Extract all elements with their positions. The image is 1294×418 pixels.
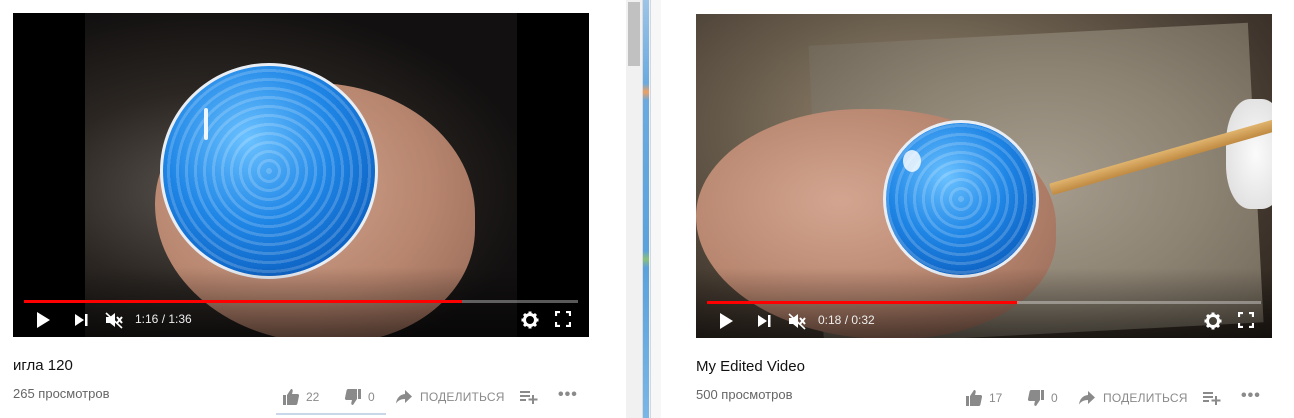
like-button[interactable]: 22	[282, 385, 319, 409]
share-arrow-icon	[396, 390, 412, 404]
more-button[interactable]: •••	[558, 383, 578, 407]
settings-button[interactable]	[521, 311, 539, 329]
window-splitter[interactable]	[626, 0, 661, 418]
enamel-disc-image	[160, 63, 378, 279]
thumbs-up-icon	[966, 390, 983, 406]
thumbs-down-icon	[1027, 390, 1044, 406]
video-player[interactable]: 1:16 / 1:36	[13, 13, 589, 337]
video-title[interactable]: игла 120	[13, 357, 73, 374]
dislike-count: 0	[1051, 391, 1058, 405]
share-button[interactable]: ПОДЕЛИТЬСЯ	[396, 385, 505, 409]
controls-row: 0:18 / 0:32	[696, 304, 1272, 338]
enamel-disc-image	[883, 120, 1039, 278]
fullscreen-icon	[1238, 312, 1254, 328]
time-display: 1:16 / 1:36	[135, 312, 192, 326]
video-player[interactable]: 0:18 / 0:32	[696, 14, 1272, 338]
add-to-playlist-icon	[1203, 392, 1221, 405]
dislike-count: 0	[368, 390, 375, 404]
dislike-button[interactable]: 0	[1027, 386, 1058, 410]
mute-button[interactable]	[787, 312, 807, 330]
glint	[903, 150, 921, 172]
scrollbar[interactable]	[626, 0, 643, 418]
next-button[interactable]	[73, 312, 89, 328]
time-display: 0:18 / 0:32	[818, 313, 875, 327]
gear-icon	[521, 311, 539, 329]
video-card-left: 1:16 / 1:36 игла 120 265 просмотров 22 0…	[0, 0, 626, 418]
fullscreen-button[interactable]	[1238, 312, 1254, 328]
next-icon	[758, 315, 771, 327]
add-to-button[interactable]	[1203, 386, 1221, 410]
next-button[interactable]	[756, 313, 772, 329]
like-count: 22	[306, 390, 320, 404]
thumbs-up-icon	[283, 389, 300, 405]
video-title[interactable]: My Edited Video	[696, 358, 805, 375]
volume-muted-icon	[788, 313, 806, 330]
play-icon	[720, 313, 733, 329]
add-to-button[interactable]	[520, 385, 538, 409]
volume-muted-icon	[105, 312, 123, 329]
cloth-image	[1226, 99, 1272, 209]
fullscreen-button[interactable]	[555, 311, 571, 327]
tab-underline	[276, 413, 386, 415]
play-button[interactable]	[718, 312, 734, 330]
more-horizontal-icon: •••	[558, 386, 578, 403]
share-label: ПОДЕЛИТЬСЯ	[1103, 391, 1188, 405]
play-icon	[37, 312, 50, 328]
share-button[interactable]: ПОДЕЛИТЬСЯ	[1079, 386, 1188, 410]
scrollbar-thumb[interactable]	[628, 2, 640, 66]
thumbs-down-icon	[344, 389, 361, 405]
share-label: ПОДЕЛИТЬСЯ	[420, 390, 505, 404]
gear-icon	[1204, 312, 1222, 330]
video-card-right: 0:18 / 0:32 My Edited Video 500 просмотр…	[660, 0, 1294, 418]
share-arrow-icon	[1079, 391, 1095, 405]
mute-button[interactable]	[104, 311, 124, 329]
more-button[interactable]: •••	[1241, 384, 1261, 408]
settings-button[interactable]	[1204, 312, 1222, 330]
view-count: 500 просмотров	[696, 387, 793, 402]
dislike-button[interactable]: 0	[344, 385, 375, 409]
add-to-playlist-icon	[520, 391, 538, 404]
play-button[interactable]	[35, 311, 51, 329]
glint	[204, 108, 208, 140]
window-divider	[643, 0, 649, 418]
like-count: 17	[989, 391, 1003, 405]
fullscreen-icon	[555, 311, 571, 327]
more-horizontal-icon: •••	[1241, 387, 1261, 404]
controls-row: 1:16 / 1:36	[13, 303, 589, 337]
next-icon	[75, 314, 88, 326]
like-button[interactable]: 17	[965, 386, 1002, 410]
view-count: 265 просмотров	[13, 386, 110, 401]
